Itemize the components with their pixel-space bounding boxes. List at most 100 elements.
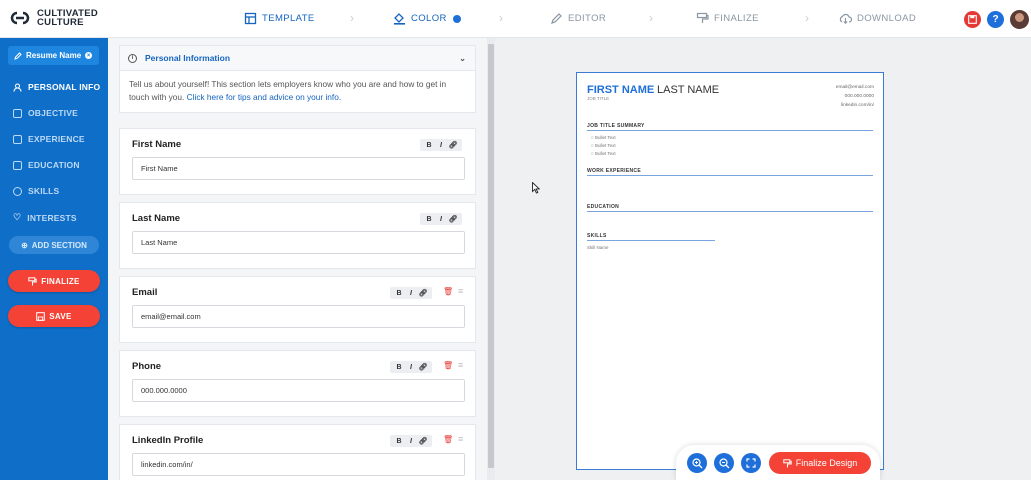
finalize-button[interactable]: FINALIZE [8, 270, 100, 292]
resume-email: email@email.com [835, 85, 874, 90]
format-toolbar: B I 🔗︎ [390, 361, 432, 373]
link-icon[interactable]: 🔗︎ [447, 215, 459, 223]
drag-handle-icon[interactable]: ≡ [458, 286, 463, 296]
resume-section-education: EDUCATION [587, 204, 620, 210]
resume-page[interactable]: FIRST NAME LAST NAME JOB TITLE email@ema… [576, 72, 884, 470]
section-title: Personal Information [145, 53, 231, 63]
format-toolbar: B I 🔗︎ [420, 139, 462, 151]
italic-button[interactable]: I [405, 290, 417, 297]
sidebar-item-personal-info[interactable]: PERSONAL INFO [13, 82, 100, 92]
resume-name-label: Resume Name [26, 51, 82, 60]
save-button[interactable]: SAVE [8, 305, 100, 327]
education-icon [13, 160, 22, 170]
step-finalize[interactable]: FINALIZE [696, 12, 759, 25]
bold-button[interactable]: B [423, 142, 435, 149]
step-template[interactable]: TEMPLATE [244, 12, 315, 25]
floppy-disk-icon [36, 311, 46, 321]
trash-icon[interactable]: 🗑︎ [443, 287, 453, 296]
pencil-icon [551, 13, 562, 24]
trash-icon[interactable]: 🗑︎ [443, 361, 453, 370]
close-icon[interactable]: × [85, 52, 93, 59]
bold-button[interactable]: B [393, 364, 405, 371]
bold-button[interactable]: B [393, 438, 405, 445]
sidebar-item-skills[interactable]: SKILLS [13, 186, 59, 196]
drag-handle-icon[interactable]: ≡ [458, 434, 463, 444]
phone-input[interactable]: 000.000.0000 [132, 379, 465, 402]
email-input[interactable]: email@email.com [132, 305, 465, 328]
form-panel: i Personal Information ⌄ Tell us about y… [108, 38, 487, 480]
field-first-name: First Name B I 🔗︎ First Name [119, 128, 476, 195]
finalize-label: FINALIZE [41, 276, 80, 286]
field-label: Email [132, 287, 158, 298]
italic-button[interactable]: I [435, 216, 447, 223]
add-section-button[interactable]: ⊕ ADD SECTION [9, 236, 99, 254]
italic-button[interactable]: I [405, 364, 417, 371]
step-download[interactable]: DOWNLOAD [839, 12, 916, 25]
user-avatar[interactable] [1010, 10, 1029, 29]
help-button[interactable]: ? [987, 11, 1004, 28]
italic-button[interactable]: I [405, 438, 417, 445]
finalize-design-button[interactable]: Finalize Design [769, 452, 871, 474]
tips-link[interactable]: Click here for tips and advice on your i… [187, 92, 342, 102]
section-header[interactable]: i Personal Information ⌄ [120, 46, 475, 71]
sidebar-item-education[interactable]: EDUCATION [13, 160, 80, 170]
resume-bullet: ○ Bullet Text [591, 135, 616, 140]
chevron-right-icon: › [805, 11, 809, 25]
skills-icon [13, 186, 22, 196]
floppy-disk-icon [968, 15, 977, 24]
layout-icon [244, 12, 257, 25]
bold-button[interactable]: B [423, 216, 435, 223]
italic-button[interactable]: I [435, 142, 447, 149]
zoom-in-button[interactable] [687, 453, 707, 473]
resume-first-name: FIRST NAME [587, 84, 655, 96]
first-name-input[interactable]: First Name [132, 157, 465, 180]
step-color[interactable]: COLOR [393, 12, 461, 25]
resume-phone: 000.000.0000 [844, 94, 874, 99]
linkedin-input[interactable]: linkedin.com/in/ [132, 453, 465, 476]
step-editor-label: EDITOR [568, 13, 607, 24]
logo-line-2: CULTURE [37, 17, 84, 28]
save-document-button[interactable] [964, 11, 981, 28]
format-toolbar: B I 🔗︎ [390, 435, 432, 447]
chevron-down-icon[interactable]: ⌄ [459, 54, 466, 63]
field-phone: Phone B I 🔗︎ 🗑︎ ≡ 000.000.0000 [119, 350, 476, 417]
save-label: SAVE [49, 311, 72, 321]
app-logo[interactable]: CULTIVATED CULTURE [9, 9, 98, 27]
sidebar-item-objective[interactable]: OBJECTIVE [13, 108, 78, 118]
link-icon[interactable]: 🔗︎ [417, 437, 429, 445]
sidebar-item-label: SKILLS [28, 186, 60, 196]
resume-skill-name: Skill Name [587, 245, 609, 250]
scrollbar-thumb[interactable] [488, 44, 494, 468]
section-divider [587, 175, 873, 176]
field-label: First Name [132, 139, 182, 150]
form-scrollbar[interactable] [487, 38, 495, 480]
sidebar: Resume Name × PERSONAL INFO OBJECTIVE EX… [0, 38, 108, 480]
fullscreen-icon [746, 458, 756, 468]
section-divider [587, 240, 715, 241]
zoom-in-icon [691, 457, 702, 468]
sidebar-item-label: OBJECTIVE [28, 108, 78, 118]
link-icon[interactable]: 🔗︎ [417, 363, 429, 371]
last-name-input[interactable]: Last Name [132, 231, 465, 254]
current-step-indicator [452, 14, 461, 23]
sidebar-item-label: EDUCATION [28, 160, 80, 170]
field-label: Phone [132, 361, 162, 372]
bold-button[interactable]: B [393, 290, 405, 297]
link-icon[interactable]: 🔗︎ [447, 141, 459, 149]
step-editor[interactable]: EDITOR [550, 12, 606, 25]
sidebar-item-label: PERSONAL INFO [28, 82, 101, 92]
resume-name-chip[interactable]: Resume Name × [8, 46, 99, 65]
trash-icon[interactable]: 🗑︎ [443, 435, 453, 444]
field-label: LinkedIn Profile [132, 435, 204, 446]
link-icon[interactable]: 🔗︎ [417, 289, 429, 297]
chevron-right-icon: › [350, 11, 354, 25]
sidebar-item-interests[interactable]: ♡ INTERESTS [13, 212, 77, 223]
fullscreen-button[interactable] [741, 453, 761, 473]
resume-bullet: ○ Bullet Text [591, 151, 616, 156]
paint-roller-icon [696, 12, 709, 23]
resume-last-name: LAST NAME [657, 84, 720, 96]
zoom-out-button[interactable] [714, 453, 734, 473]
briefcase-icon [13, 134, 22, 144]
drag-handle-icon[interactable]: ≡ [458, 360, 463, 370]
sidebar-item-experience[interactable]: EXPERIENCE [13, 134, 85, 144]
